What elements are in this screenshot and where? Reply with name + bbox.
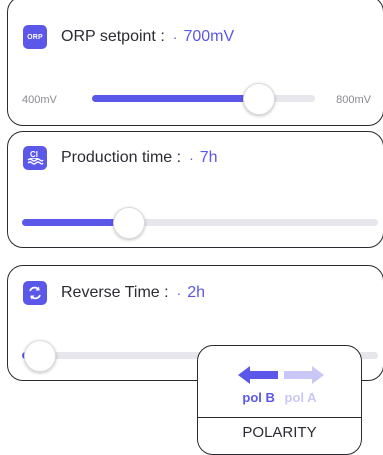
arrow-left-icon (238, 366, 278, 384)
orp-max-label: 800mV (336, 94, 371, 106)
pol-b-label: pol B (242, 390, 275, 405)
reverse-header: Reverse Time : · 2h (23, 281, 205, 305)
production-slider-thumb[interactable] (113, 206, 145, 239)
reverse-separator: · (176, 285, 182, 301)
production-separator: · (189, 150, 194, 166)
orp-header: ORP ORP setpoint : · 700mV (23, 25, 234, 49)
orp-value: 700mV (183, 28, 235, 45)
reverse-slider-thumb[interactable] (24, 339, 56, 372)
polarity-labels: pol B pol A (198, 390, 361, 405)
cl-icon-text: Cl (30, 150, 38, 159)
cl-icon: Cl (23, 146, 47, 170)
polarity-button[interactable]: pol B pol A POLARITY (197, 345, 362, 455)
production-time-card: Cl Production time : · 7h (7, 131, 383, 248)
orp-slider-fill (92, 95, 259, 102)
orp-icon: ORP (23, 25, 47, 49)
polarity-arrows (236, 364, 326, 391)
orp-separator: · (172, 29, 178, 45)
reverse-value: 2h (187, 284, 206, 301)
orp-slider-thumb[interactable] (243, 82, 275, 115)
polarity-title: POLARITY (242, 424, 317, 441)
production-header: Cl Production time : · 7h (23, 146, 218, 170)
production-value: 7h (199, 149, 218, 166)
orp-setpoint-card: ORP ORP setpoint : · 700mV 400mV 800mV (7, 0, 383, 126)
pol-a-label: pol A (284, 390, 317, 405)
orp-min-label: 400mV (22, 94, 57, 106)
reverse-icon (23, 281, 47, 305)
reverse-title: Reverse Time : (61, 284, 169, 301)
polarity-divider (198, 417, 361, 418)
orp-title: ORP setpoint : (61, 28, 165, 45)
orp-icon-text: ORP (27, 33, 43, 41)
production-title: Production time : (61, 149, 182, 166)
arrow-right-icon (284, 366, 324, 384)
production-slider[interactable] (22, 206, 378, 239)
orp-slider[interactable] (92, 82, 315, 115)
